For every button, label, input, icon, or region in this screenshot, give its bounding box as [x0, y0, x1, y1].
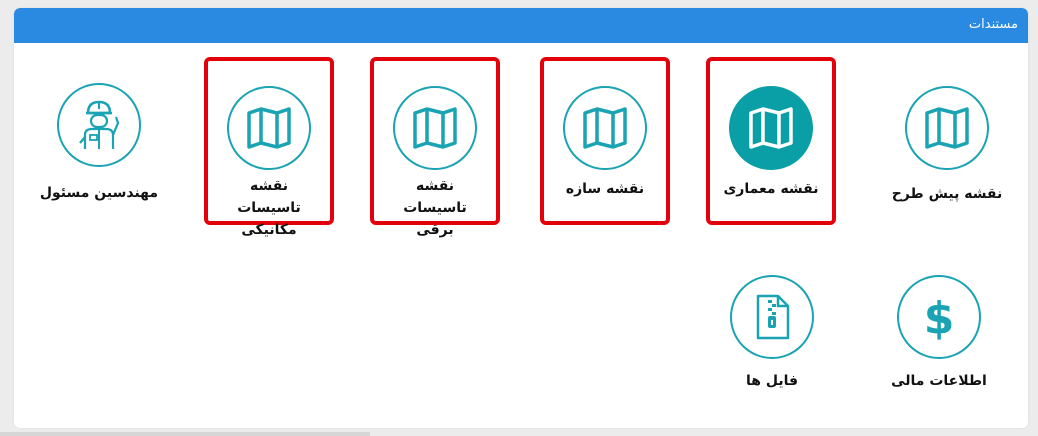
- tile-electrical-plan[interactable]: نقشه تاسیسات برقی: [370, 57, 500, 238]
- zip-file-icon: [730, 275, 814, 359]
- tile-label: فایل ها: [745, 373, 798, 389]
- dollar-icon: $: [897, 275, 981, 359]
- map-icon: [393, 86, 477, 170]
- engineer-icon: [57, 83, 141, 167]
- tile-architecture-plan[interactable]: نقشه معماری: [706, 57, 836, 225]
- documents-panel: مستندات نقشه پیش طرح نقشه معماری نقشه سا…: [14, 8, 1028, 428]
- svg-text:$: $: [924, 293, 955, 342]
- tile-label: نقشه تاسیسات مکانیکی: [237, 178, 301, 238]
- tile-label: نقشه سازه: [565, 181, 645, 197]
- panel-title: مستندات: [968, 17, 1018, 32]
- tile-label: نقشه معماری: [723, 181, 819, 197]
- panel-header: مستندات: [14, 8, 1028, 43]
- map-icon: [227, 86, 311, 170]
- tile-label: نقشه تاسیسات برقی: [403, 178, 467, 238]
- horizontal-scrollbar[interactable]: [0, 432, 370, 436]
- tile-financial-info[interactable]: $ اطلاعات مالی: [874, 253, 1004, 421]
- tile-label: اطلاعات مالی: [891, 373, 987, 389]
- tile-label: مهندسین مسئول: [39, 185, 159, 201]
- tile-mechanical-plan[interactable]: نقشه تاسیسات مکانیکی: [204, 57, 334, 238]
- map-icon: [905, 86, 989, 170]
- tile-structure-plan[interactable]: نقشه سازه: [540, 57, 670, 225]
- tile-label: نقشه پیش طرح: [891, 186, 1003, 202]
- tile-responsible-engineers[interactable]: مهندسین مسئول: [34, 58, 164, 226]
- map-icon: [729, 86, 813, 170]
- tile-preliminary-plan[interactable]: نقشه پیش طرح: [882, 58, 1012, 226]
- map-icon: [563, 86, 647, 170]
- tile-files[interactable]: فایل ها: [707, 253, 837, 421]
